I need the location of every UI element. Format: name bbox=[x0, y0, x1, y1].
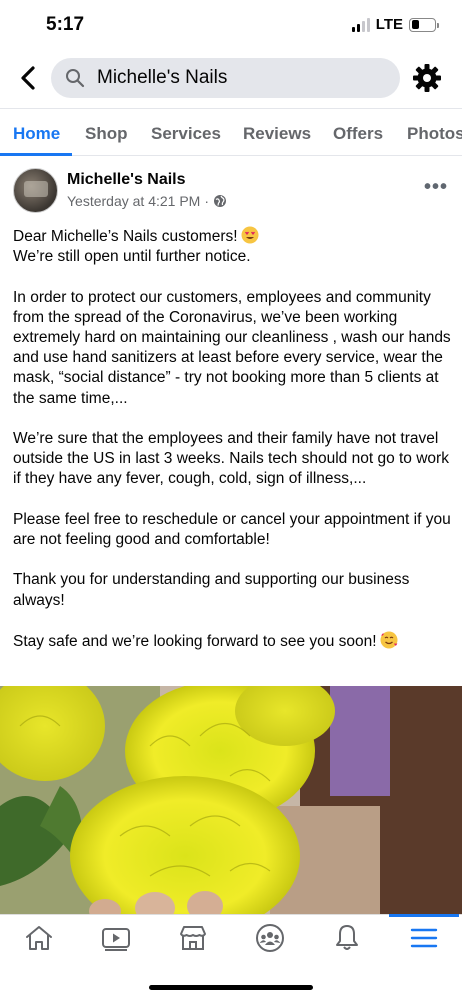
post-paragraph: Dear Michelle’s Nails customers! We’re s… bbox=[13, 226, 453, 267]
marketplace-icon[interactable] bbox=[178, 923, 208, 953]
search-query: Michelle's Nails bbox=[97, 67, 228, 88]
post-paragraph: Stay safe and we’re looking forward to s… bbox=[13, 631, 453, 652]
globe-icon bbox=[214, 195, 227, 207]
tab-home[interactable]: Home bbox=[13, 124, 60, 144]
search-header: Michelle's Nails bbox=[0, 56, 462, 100]
search-input[interactable]: Michelle's Nails bbox=[51, 58, 400, 98]
active-nav-indicator bbox=[389, 914, 459, 917]
tab-photos[interactable]: Photos bbox=[407, 124, 462, 144]
post-body: Dear Michelle’s Nails customers! We’re s… bbox=[13, 226, 453, 672]
status-bar: 5:17 LTE bbox=[0, 0, 462, 50]
menu-icon[interactable] bbox=[409, 923, 439, 953]
groups-icon[interactable] bbox=[255, 923, 285, 953]
post-author[interactable]: Michelle's Nails bbox=[67, 171, 186, 189]
post-paragraph: Please feel free to reschedule or cancel… bbox=[13, 510, 451, 548]
post-paragraph: We’re sure that the employees and their … bbox=[13, 430, 449, 488]
closing-text: Stay safe and we’re looking forward to s… bbox=[13, 632, 377, 650]
status-time: 5:17 bbox=[46, 14, 85, 35]
post-paragraph: Thank you for understanding and supporti… bbox=[13, 571, 410, 609]
post-header: Michelle's Nails Yesterday at 4:21 PM · … bbox=[0, 168, 462, 218]
post-paragraph: In order to protect our customers, emplo… bbox=[13, 288, 451, 407]
page-tabs: Home Shop Services Reviews Offers Photos bbox=[0, 108, 462, 156]
open-notice-text: We’re still open until further notice. bbox=[13, 248, 251, 266]
post-photo[interactable] bbox=[0, 686, 462, 914]
tab-reviews[interactable]: Reviews bbox=[243, 124, 311, 144]
post-meta: Yesterday at 4:21 PM · bbox=[67, 193, 227, 209]
home-icon[interactable] bbox=[24, 923, 54, 953]
back-arrow-icon[interactable] bbox=[14, 62, 42, 94]
meta-separator: · bbox=[204, 193, 210, 209]
tab-shop[interactable]: Shop bbox=[85, 124, 128, 144]
post-timestamp[interactable]: Yesterday at 4:21 PM bbox=[67, 193, 200, 209]
search-icon bbox=[66, 69, 85, 88]
tab-offers[interactable]: Offers bbox=[333, 124, 383, 144]
tab-services[interactable]: Services bbox=[151, 124, 221, 144]
status-indicators: LTE bbox=[351, 16, 439, 33]
active-tab-indicator bbox=[0, 153, 72, 156]
bell-icon[interactable] bbox=[332, 923, 362, 953]
heart-eyes-emoji bbox=[241, 226, 259, 244]
network-label: LTE bbox=[375, 16, 403, 33]
avatar[interactable] bbox=[13, 168, 58, 213]
smiling-hearts-emoji bbox=[379, 631, 398, 649]
more-options-icon[interactable]: ••• bbox=[424, 176, 448, 199]
chrysanthemum-image bbox=[0, 686, 462, 914]
signal-icon bbox=[351, 17, 370, 32]
gear-icon[interactable] bbox=[412, 63, 442, 93]
bottom-nav bbox=[0, 914, 462, 966]
video-icon[interactable] bbox=[101, 923, 131, 953]
greeting-text: Dear Michelle’s Nails customers! bbox=[13, 228, 238, 245]
battery-icon bbox=[409, 17, 439, 32]
home-indicator[interactable] bbox=[149, 985, 313, 990]
